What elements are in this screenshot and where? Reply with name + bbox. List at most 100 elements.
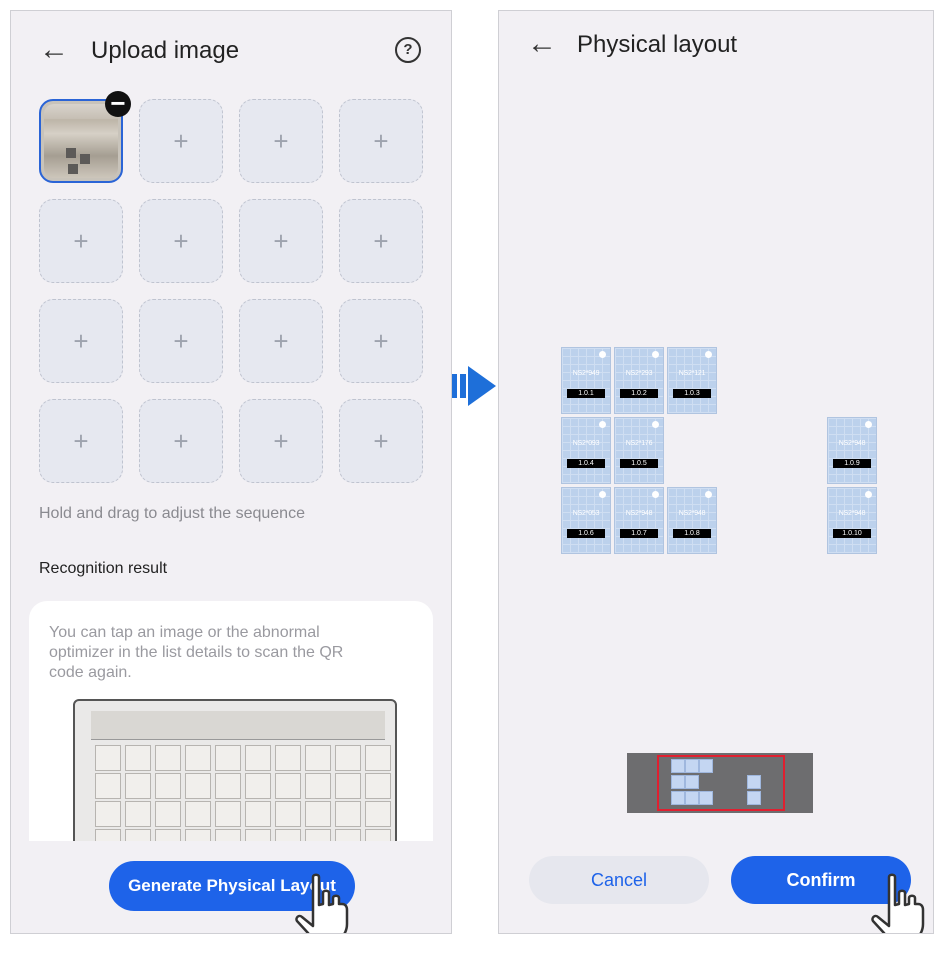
add-image-tile[interactable]: +	[39, 299, 123, 383]
add-image-tile[interactable]: +	[39, 199, 123, 283]
layout-minimap[interactable]	[627, 753, 813, 813]
add-image-tile[interactable]: +	[239, 199, 323, 283]
photo-header-band	[91, 711, 385, 740]
upload-image-screen: ← Upload image ? − + + + + + + + + + + + + + + + Hold …	[10, 10, 452, 934]
optimizer-card[interactable]: NS2*293 1.0.2	[614, 347, 664, 414]
scanned-layout-photo[interactable]	[73, 699, 397, 841]
add-image-tile[interactable]: +	[339, 99, 423, 183]
photo-grid-cell	[275, 801, 301, 827]
photo-grid-cell	[275, 773, 301, 799]
photo-grid-cell	[245, 773, 271, 799]
optimizer-card[interactable]: NS2*948 1.0.7	[614, 487, 664, 554]
back-arrow-icon[interactable]: ←	[527, 29, 557, 59]
add-image-tile[interactable]: +	[339, 399, 423, 483]
add-image-tile[interactable]: +	[239, 99, 323, 183]
optimizer-serial: NS2*121	[678, 370, 706, 377]
plus-icon: +	[273, 126, 289, 156]
optimizer-position-tag: 1.0.2	[620, 389, 658, 398]
optimizer-serial: NS2*948	[678, 510, 706, 517]
photo-grid-cell	[215, 745, 241, 771]
optimizer-position-tag: 1.0.7	[620, 529, 658, 538]
plus-icon: +	[373, 426, 389, 456]
photo-grid-cell	[365, 801, 391, 827]
photo-grid-cell	[365, 829, 391, 841]
plus-icon: +	[173, 326, 189, 356]
photo-grid-cell	[305, 773, 331, 799]
photo-grid-cell	[305, 801, 331, 827]
add-image-tile[interactable]: +	[139, 99, 223, 183]
optimizer-position-tag: 1.0.4	[567, 459, 605, 468]
status-dot	[599, 421, 606, 428]
photo-grid-cell	[95, 745, 121, 771]
photo-grid-cell	[125, 829, 151, 841]
photo-grid-cell	[215, 801, 241, 827]
drag-hint: Hold and drag to adjust the sequence	[39, 505, 305, 522]
add-image-tile[interactable]: +	[239, 399, 323, 483]
optimizer-position-tag: 1.0.8	[673, 529, 711, 538]
optimizer-serial: NS2*176	[625, 440, 653, 447]
photo-grid-cell	[335, 773, 361, 799]
result-instructions: You can tap an image or the abnormal opt…	[49, 624, 344, 681]
remove-icon[interactable]: −	[105, 90, 131, 117]
cancel-button[interactable]: Cancel	[529, 856, 709, 904]
optimizer-card[interactable]: NS2*093 1.0.4	[561, 417, 611, 484]
add-image-tile[interactable]: +	[239, 299, 323, 383]
photo-grid-cell	[155, 773, 181, 799]
optimizer-card[interactable]: NS2*949 1.0.1	[561, 347, 611, 414]
optimizer-serial: NS2*948	[838, 440, 866, 447]
photo-grid-cell	[335, 801, 361, 827]
photo-grid-cell	[365, 745, 391, 771]
add-image-tile[interactable]: +	[39, 399, 123, 483]
add-image-tile[interactable]: +	[139, 399, 223, 483]
photo-grid-cell	[245, 829, 271, 841]
minimap-viewport-frame[interactable]	[657, 755, 785, 811]
optimizer-position-tag: 1.0.3	[673, 389, 711, 398]
plus-icon: +	[273, 426, 289, 456]
photo-grid-cell	[125, 773, 151, 799]
header: ← Upload image ?	[11, 11, 451, 87]
back-arrow-icon[interactable]: ←	[39, 35, 69, 65]
status-dot	[705, 491, 712, 498]
help-icon[interactable]: ?	[395, 37, 421, 63]
photo-grid-cell	[155, 745, 181, 771]
photo-grid-cell	[215, 829, 241, 841]
optimizer-position-tag: 1.0.6	[567, 529, 605, 538]
plus-icon: +	[173, 126, 189, 156]
photo-grid-cell	[125, 745, 151, 771]
page-title: Physical layout	[577, 31, 738, 58]
optimizer-position-tag: 1.0.5	[620, 459, 658, 468]
optimizer-card[interactable]: NS2*948 1.0.9	[827, 417, 877, 484]
photo-grid-cell	[185, 773, 211, 799]
optimizer-card[interactable]: NS2*053 1.0.6	[561, 487, 611, 554]
optimizer-serial: NS2*053	[572, 510, 600, 517]
photo-grid-cell	[185, 745, 211, 771]
recognition-result-label: Recognition result	[39, 560, 168, 577]
add-image-tile[interactable]: +	[339, 199, 423, 283]
photo-grid-cell	[245, 801, 271, 827]
photo-grid-cell	[95, 829, 121, 841]
optimizer-card[interactable]: NS2*121 1.0.3	[667, 347, 717, 414]
add-image-tile[interactable]: +	[339, 299, 423, 383]
optimizer-card[interactable]: NS2*176 1.0.5	[614, 417, 664, 484]
add-image-tile[interactable]: +	[139, 199, 223, 283]
status-dot	[652, 351, 659, 358]
optimizer-serial: NS2*949	[572, 370, 600, 377]
photo-grid-cell	[155, 801, 181, 827]
uploaded-image-tile[interactable]: −	[39, 90, 131, 183]
status-dot	[652, 421, 659, 428]
page-title: Upload image	[91, 37, 240, 64]
recognition-result-card: You can tap an image or the abnormal opt…	[29, 601, 433, 841]
plus-icon: +	[373, 126, 389, 156]
optimizer-card[interactable]: NS2*948 1.0.10	[827, 487, 877, 554]
plus-icon: +	[373, 226, 389, 256]
photo-grid-cell	[305, 745, 331, 771]
photo-grid-cell	[275, 829, 301, 841]
status-dot	[599, 351, 606, 358]
optimizer-card[interactable]: NS2*948 1.0.8	[667, 487, 717, 554]
add-image-tile[interactable]: +	[139, 299, 223, 383]
plus-icon: +	[173, 226, 189, 256]
plus-icon: +	[373, 326, 389, 356]
photo-grid-cell	[185, 801, 211, 827]
photo-grid-cell	[365, 773, 391, 799]
plus-icon: +	[173, 426, 189, 456]
